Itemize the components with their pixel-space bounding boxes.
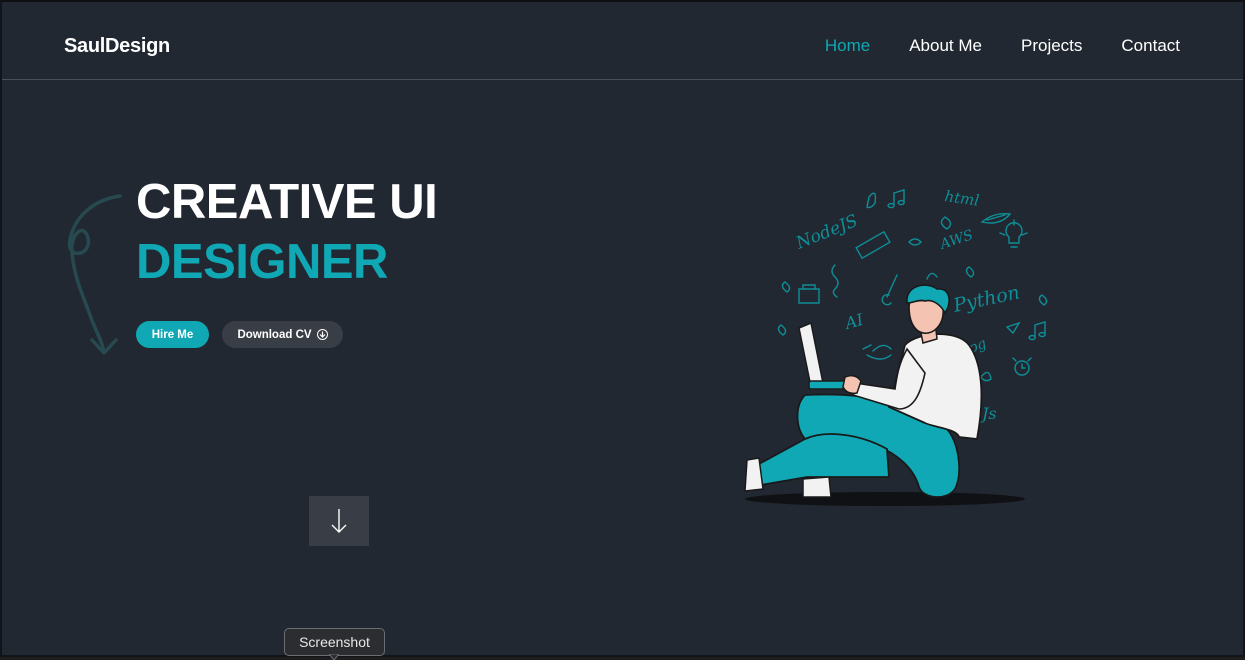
doodle-html: html	[943, 187, 980, 210]
page-frame: SaulDesign Home About Me Projects Contac…	[0, 0, 1245, 660]
doodle-python: Python	[950, 281, 1021, 317]
doodle-nodejs: NodeJS	[792, 211, 860, 254]
nav-projects[interactable]: Projects	[1021, 36, 1082, 56]
hero-title: CREATIVE UI DESIGNER	[136, 172, 438, 292]
navbar: SaulDesign Home About Me Projects Contac…	[2, 2, 1243, 80]
hire-me-button[interactable]: Hire Me	[136, 321, 209, 348]
hero-title-line2: DESIGNER	[136, 235, 388, 289]
tooltip-tail	[329, 654, 339, 660]
arrow-down-icon	[331, 509, 347, 533]
nav-about-me[interactable]: About Me	[909, 36, 982, 56]
doodle-ai: AI	[841, 310, 866, 334]
download-circle-icon	[316, 329, 328, 340]
nav-home[interactable]: Home	[825, 36, 870, 56]
scroll-down-button[interactable]	[309, 496, 369, 546]
brand-logo[interactable]: SaulDesign	[64, 35, 170, 58]
download-cv-label: Download CV	[237, 328, 312, 341]
hero-title-line1: CREATIVE UI	[136, 175, 438, 229]
doodle-aws: AWS	[936, 227, 975, 253]
download-cv-button[interactable]: Download CV	[222, 321, 343, 348]
developer-illustration: NodeJS html AWS Python AI Js Jpg	[744, 187, 1048, 506]
curly-arrow-icon	[67, 194, 122, 355]
nav-contact[interactable]: Contact	[1121, 36, 1180, 56]
nav-links: Home About Me Projects Contact	[825, 36, 1180, 56]
hero-buttons: Hire Me Download CV	[136, 321, 343, 348]
screenshot-tooltip: Screenshot	[284, 628, 385, 656]
